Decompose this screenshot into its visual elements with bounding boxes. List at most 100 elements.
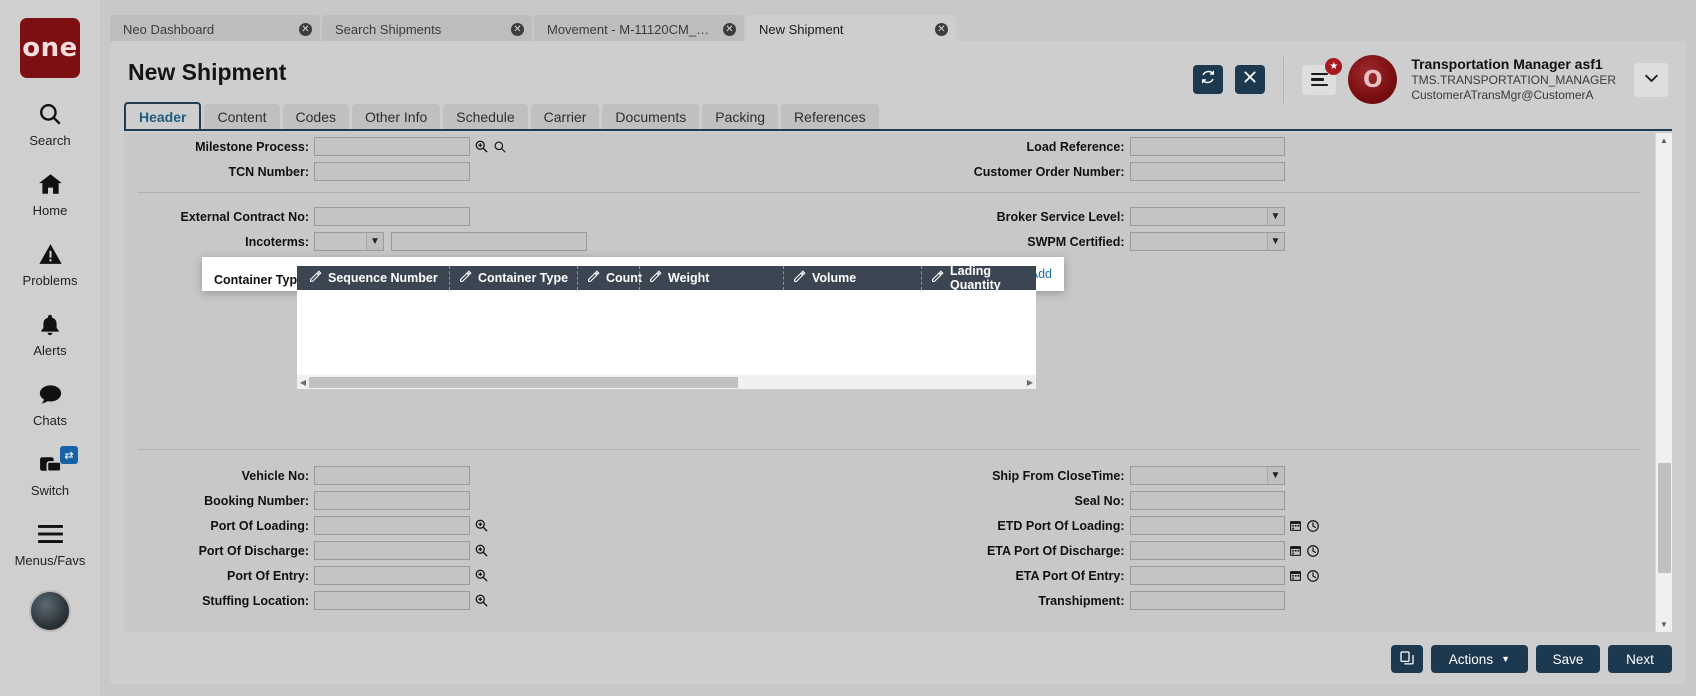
customer-order-number-input[interactable] (1130, 162, 1285, 181)
lookup-zoom-in-icon[interactable] (474, 518, 489, 533)
hscroll-track[interactable] (309, 377, 1024, 388)
sidebar-item-chats[interactable]: Chats (0, 378, 100, 428)
eta-port-of-discharge-input[interactable] (1130, 541, 1285, 560)
lookup-search-icon[interactable] (493, 140, 507, 154)
port-of-loading-input[interactable] (314, 516, 470, 535)
tab-other-info[interactable]: Other Info (352, 104, 440, 129)
scroll-right-icon[interactable]: ▶ (1024, 378, 1036, 387)
brand-logo-text: one (22, 33, 78, 63)
close-icon[interactable]: ✕ (299, 23, 312, 36)
eta-port-of-entry-input[interactable] (1130, 566, 1285, 585)
save-button[interactable]: Save (1536, 645, 1600, 673)
clock-icon[interactable] (1306, 544, 1320, 558)
vscroll-thumb[interactable] (1658, 463, 1671, 573)
copy-button[interactable] (1391, 645, 1423, 673)
menus-button[interactable]: ★ (1302, 65, 1336, 95)
refresh-icon (1200, 69, 1216, 90)
calendar-icon[interactable] (1289, 569, 1302, 582)
calendar-icon[interactable] (1289, 519, 1302, 532)
column-header-container-type[interactable]: Container Type (449, 266, 577, 290)
seal-no-input[interactable] (1130, 491, 1285, 510)
tab-label: Content (217, 109, 266, 125)
port-of-entry-input[interactable] (314, 566, 470, 585)
field-etd-port-of-loading: ETD Port Of Loading: (890, 516, 1656, 535)
booking-number-input[interactable] (314, 491, 470, 510)
browser-tab-new-shipment[interactable]: New Shipment ✕ (746, 15, 956, 43)
ship-from-closetime-select[interactable]: ▼ (1130, 466, 1285, 485)
form-scroll-region: Milestone Process: (124, 133, 1655, 632)
browser-tab-movement[interactable]: Movement - M-11120CM_FAN_IN... ✕ (534, 15, 744, 43)
calendar-icon[interactable] (1289, 544, 1302, 557)
column-header-sequence-number[interactable]: Sequence Number (297, 266, 449, 290)
field-label: Ship From CloseTime: (890, 469, 1130, 483)
chevron-down-icon: ▼ (1501, 654, 1510, 664)
broker-service-level-select[interactable]: ▼ (1130, 207, 1285, 226)
field-label: Port Of Discharge: (124, 544, 314, 558)
tab-schedule[interactable]: Schedule (443, 104, 527, 129)
scroll-up-icon[interactable]: ▲ (1656, 133, 1672, 148)
next-button[interactable]: Next (1608, 645, 1672, 673)
form-row: Booking Number: Seal No: (124, 489, 1655, 512)
user-menu-button[interactable] (1634, 63, 1668, 97)
tab-label: Other Info (365, 109, 427, 125)
column-header-weight[interactable]: Weight (639, 266, 783, 290)
sidebar-item-menus-favs[interactable]: Menus/Favs (0, 518, 100, 568)
rail-avatar[interactable] (29, 590, 71, 632)
vehicle-no-input[interactable] (314, 466, 470, 485)
scroll-left-icon[interactable]: ◀ (297, 378, 309, 387)
tab-label: Documents (615, 109, 686, 125)
tab-header[interactable]: Header (124, 102, 201, 129)
scroll-down-icon[interactable]: ▼ (1656, 617, 1672, 632)
lookup-zoom-in-icon[interactable] (474, 568, 489, 583)
sidebar-item-label: Switch (31, 483, 69, 498)
field-seal-no: Seal No: (890, 491, 1656, 510)
etd-port-of-loading-input[interactable] (1130, 516, 1285, 535)
brand-logo[interactable]: one (20, 18, 80, 78)
tab-content[interactable]: Content (204, 104, 279, 129)
tab-references[interactable]: References (781, 104, 879, 129)
lookup-zoom-in-icon[interactable] (474, 543, 489, 558)
column-header-volume[interactable]: Volume (783, 266, 921, 290)
column-header-count[interactable]: Count (577, 266, 639, 290)
clock-icon[interactable] (1306, 519, 1320, 533)
tcn-number-input[interactable] (314, 162, 470, 181)
browser-tab-neo-dashboard[interactable]: Neo Dashboard ✕ (110, 15, 320, 43)
user-name: Transportation Manager asf1 (1411, 56, 1616, 74)
avatar[interactable]: O (1348, 55, 1397, 104)
close-panel-button[interactable] (1235, 65, 1265, 94)
form-vscrollbar[interactable]: ▲ ▼ (1655, 133, 1672, 632)
load-reference-input[interactable] (1130, 137, 1285, 156)
hscroll-thumb[interactable] (309, 377, 738, 388)
stuffing-location-input[interactable] (314, 591, 470, 610)
close-icon[interactable]: ✕ (511, 23, 524, 36)
refresh-button[interactable] (1193, 65, 1223, 94)
sidebar-item-problems[interactable]: Problems (0, 238, 100, 288)
clock-icon[interactable] (1306, 569, 1320, 583)
tab-packing[interactable]: Packing (702, 104, 778, 129)
field-milestone-process: Milestone Process: (124, 137, 890, 156)
transhipment-input[interactable] (1130, 591, 1285, 610)
actions-button[interactable]: Actions ▼ (1431, 645, 1528, 673)
lookup-zoom-in-icon[interactable] (474, 139, 489, 154)
sidebar-item-search[interactable]: Search (0, 98, 100, 148)
incoterms-text-input[interactable] (391, 232, 587, 251)
sidebar-item-switch[interactable]: ⇄ Switch (0, 448, 100, 498)
field-label: Port Of Entry: (124, 569, 314, 583)
close-icon[interactable]: ✕ (935, 23, 948, 36)
sidebar-item-home[interactable]: Home (0, 168, 100, 218)
container-type-hscrollbar[interactable]: ◀ ▶ (297, 375, 1036, 389)
tab-codes[interactable]: Codes (283, 104, 349, 129)
lookup-zoom-in-icon[interactable] (474, 593, 489, 608)
close-icon[interactable]: ✕ (723, 23, 736, 36)
browser-tab-search-shipments[interactable]: Search Shipments ✕ (322, 15, 532, 43)
tab-documents[interactable]: Documents (602, 104, 699, 129)
sidebar-item-alerts[interactable]: Alerts (0, 308, 100, 358)
column-header-lading-quantity[interactable]: Lading Quantity (921, 266, 1036, 290)
incoterms-select[interactable]: ▼ (314, 232, 384, 251)
external-contract-no-input[interactable] (314, 207, 470, 226)
tab-carrier[interactable]: Carrier (531, 104, 600, 129)
milestone-process-input[interactable] (314, 137, 470, 156)
port-of-discharge-input[interactable] (314, 541, 470, 560)
star-icon: ★ (1325, 58, 1342, 75)
swpm-certified-select[interactable]: ▼ (1130, 232, 1285, 251)
